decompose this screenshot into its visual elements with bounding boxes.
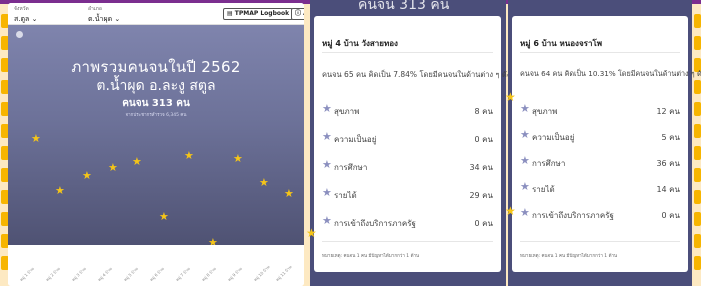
category-row: ★ การศึกษา 36 คน — [520, 154, 680, 168]
ghost-title: คนจน 313 คน — [358, 0, 450, 13]
filter-bar: จังหวัด ส.ตูล ⌄ อำเภอ ต.น้ำผุด ⌄ ▤ TPMAP… — [8, 3, 304, 25]
category-value: 34 คน — [469, 163, 493, 172]
province-select[interactable]: จังหวัด ส.ตูล ⌄ — [14, 5, 37, 25]
district-select[interactable]: อำเภอ ต.น้ำผุด ⌄ — [88, 5, 120, 25]
village-header: หมู่ 4 บ้าน วังสายทอง — [322, 39, 398, 48]
right-decoration — [692, 0, 701, 286]
category-value: 0 คน — [661, 211, 680, 220]
star-icon[interactable]: ★ — [55, 185, 65, 196]
divider — [322, 52, 493, 53]
star-icon[interactable]: ★ — [31, 133, 41, 144]
village-card-6: หมู่ 6 บ้าน หนองจราโพ คนจน 64 คน คิดเป็น… — [512, 16, 701, 272]
star-icon[interactable]: ★ — [284, 188, 294, 199]
category-label: ความเป็นอยู่ — [334, 135, 377, 144]
star-icon: ★ — [322, 214, 332, 227]
category-value: 12 คน — [656, 107, 680, 116]
category-value: 0 คน — [474, 219, 493, 228]
category-label: ความเป็นอยู่ — [532, 133, 575, 142]
secondary-button[interactable]: ⓘ A — [291, 8, 304, 20]
footnote: หมายเหตุ: คนจน 1 คน มีปัญหาได้มากกว่า 1 … — [322, 254, 420, 259]
population-count: จากประชากรสำรวจ 6,345 คน — [125, 113, 187, 118]
category-row: ★ สุขภาพ 12 คน — [520, 102, 680, 116]
category-value: 29 คน — [469, 191, 493, 200]
village-header: หมู่ 6 บ้าน หนองจราโพ — [520, 39, 603, 48]
star-icon: ★ — [505, 204, 516, 218]
star-icon: ★ — [520, 180, 530, 193]
category-value: 5 คน — [661, 133, 680, 142]
category-label: การศึกษา — [532, 159, 566, 168]
star-icon: ★ — [306, 226, 317, 240]
chart-subtitle: ต.น้ำผุด อ.ละงู สตูล — [96, 78, 216, 94]
category-label: สุขภาพ — [532, 107, 558, 116]
category-row: ★ รายได้ 29 คน — [322, 186, 493, 200]
secondary-label: A — [303, 10, 304, 17]
district-value: ต.น้ำผุด — [88, 15, 113, 23]
category-value: 8 คน — [474, 107, 493, 116]
tpmap-logbook-button[interactable]: ▤ TPMAP Logbook — [223, 8, 294, 20]
star-icon: ★ — [520, 128, 530, 141]
star-icon[interactable]: ★ — [233, 153, 243, 164]
category-label: สุขภาพ — [334, 107, 360, 116]
star-icon[interactable]: ★ — [184, 150, 194, 161]
category-value: 14 คน — [656, 185, 680, 194]
chevron-down-icon: ⌄ — [31, 15, 38, 23]
star-icon: ★ — [322, 186, 332, 199]
logbook-label: TPMAP Logbook — [234, 10, 290, 17]
star-icon[interactable]: ★ — [82, 170, 92, 181]
village-panel-4: คนจน 313 คน หมู่ 4 บ้าน วังสายทอง คนจน 6… — [306, 0, 516, 286]
category-label: รายได้ — [532, 185, 555, 194]
divider — [520, 241, 680, 242]
info-icon: ⓘ — [295, 10, 302, 17]
category-label: การเข้าถึงบริการภาครัฐ — [532, 211, 614, 220]
category-row: ★ การศึกษา 34 คน — [322, 158, 493, 172]
star-icon: ★ — [322, 130, 332, 143]
village-summary: คนจน 65 คน คิดเป็น 7.84% โดยมีคนจนในด้าน… — [322, 70, 516, 79]
star-icon: ★ — [322, 158, 332, 171]
village-card-4: หมู่ 4 บ้าน วังสายทอง คนจน 65 คน คิดเป็น… — [314, 16, 516, 272]
book-icon: ▤ — [227, 10, 233, 17]
circle-icon — [16, 31, 23, 38]
overview-panel: จังหวัด ส.ตูล ⌄ อำเภอ ต.น้ำผุด ⌄ ▤ TPMAP… — [8, 3, 304, 286]
district-label: อำเภอ — [88, 6, 102, 12]
divider — [322, 241, 493, 242]
category-row: ★ การเข้าถึงบริการภาครัฐ 0 คน — [520, 206, 680, 220]
star-icon: ★ — [520, 206, 530, 219]
category-label: การศึกษา — [334, 163, 368, 172]
overview-chart: ภาพรวมคนจนในปี 2562 ต.น้ำผุด อ.ละงู สตูล… — [8, 25, 304, 248]
village-panel-6: หมู่ 6 บ้าน หนองจราโพ คนจน 64 คน คิดเป็น… — [505, 0, 701, 286]
star-icon: ★ — [322, 102, 332, 115]
star-icon[interactable]: ★ — [108, 162, 118, 173]
category-value: 0 คน — [474, 135, 493, 144]
province-value: ส.ตูล — [14, 15, 30, 23]
category-row: ★ การเข้าถึงบริการภาครัฐ 0 คน — [322, 214, 493, 228]
category-value: 36 คน — [656, 159, 680, 168]
category-label: การเข้าถึงบริการภาครัฐ — [334, 219, 416, 228]
poor-count: คนจน 313 คน — [122, 98, 190, 109]
category-row: ★ สุขภาพ 8 คน — [322, 102, 493, 116]
category-row: ★ ความเป็นอยู่ 5 คน — [520, 128, 680, 142]
province-label: จังหวัด — [14, 6, 29, 12]
star-icon[interactable]: ★ — [159, 211, 169, 222]
divider — [520, 52, 680, 53]
chevron-down-icon: ⌄ — [114, 15, 121, 23]
star-icon: ★ — [520, 102, 530, 115]
star-icon[interactable]: ★ — [132, 156, 142, 167]
star-icon: ★ — [520, 154, 530, 167]
category-label: รายได้ — [334, 191, 357, 200]
star-icon: ★ — [505, 90, 516, 104]
footnote: หมายเหตุ: คนจน 1 คน มีปัญหาได้มากกว่า 1 … — [520, 254, 618, 259]
star-icon[interactable]: ★ — [259, 177, 269, 188]
category-row: ★ รายได้ 14 คน — [520, 180, 680, 194]
village-summary: คนจน 64 คน คิดเป็น 10.31% โดยมีคนจนในด้า… — [520, 69, 701, 78]
category-row: ★ ความเป็นอยู่ 0 คน — [322, 130, 493, 144]
